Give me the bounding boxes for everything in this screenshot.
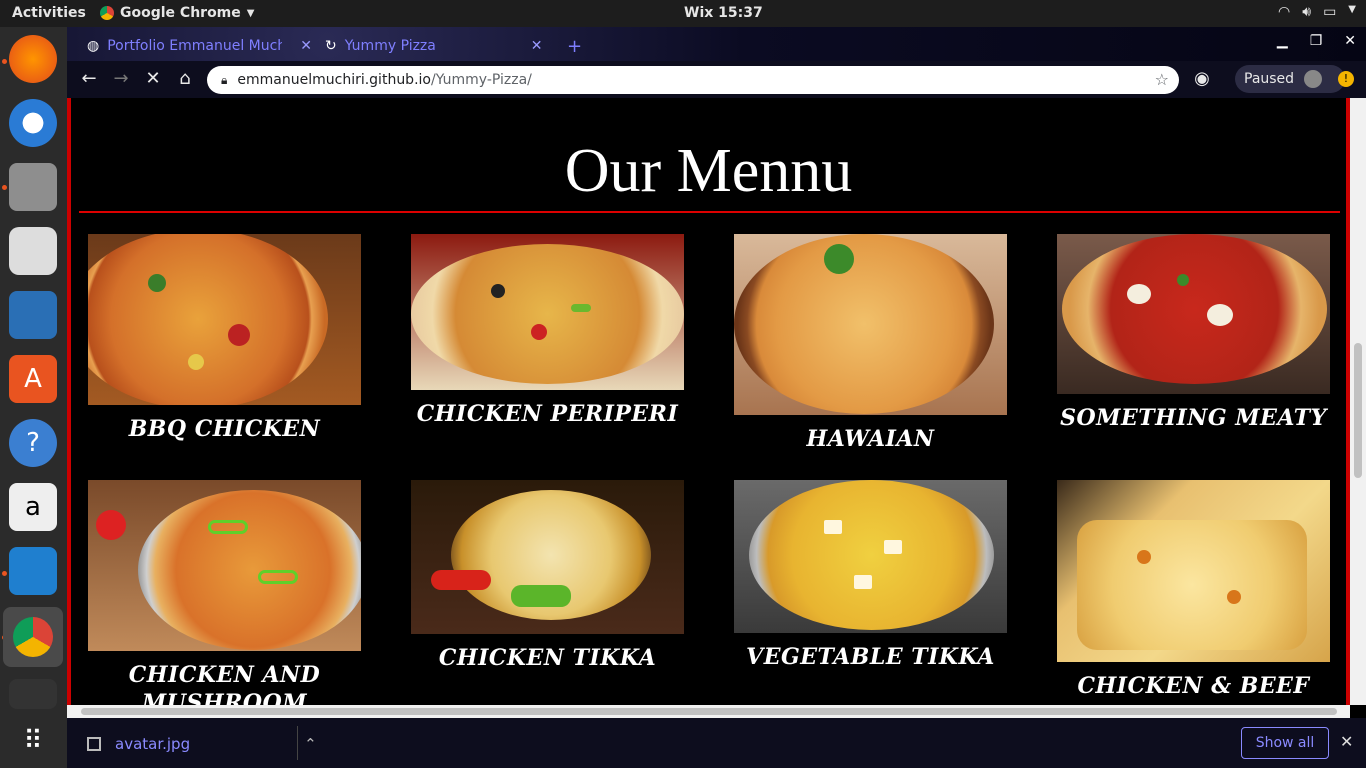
chevron-up-icon[interactable]: ⌃ [304,735,317,753]
web-page: Our Mennu BBQ CHICKEN CHICKEN PERIPERI H… [67,98,1350,705]
pizza-image [734,234,1007,415]
vertical-scrollbar[interactable] [1350,98,1366,705]
close-window-icon[interactable]: ✕ [1344,33,1356,49]
address-bar[interactable]: 🔒︎ emmanuelmuchiri.github.io /Yummy-Pizz… [207,66,1179,94]
pizza-image [734,480,1007,633]
home-icon[interactable]: ⌂ [173,68,197,89]
forward-icon[interactable]: → [109,68,133,89]
menu-item-hawaian[interactable]: HAWAIAN [734,234,1007,453]
chevron-down-icon: ▼ [246,7,255,19]
download-bar: avatar.jpg ⌃ Show all ✕ [67,718,1366,768]
running-indicator [2,185,7,190]
stop-icon[interactable]: ✕ [141,68,165,89]
menu-item-name: BBQ CHICKEN [128,416,321,442]
menu-item-name: CHICKEN & BEEF [1077,673,1310,699]
menu-item-something-meaty[interactable]: SOMETHING MEATY [1057,234,1330,432]
window-controls: ▁ ❐ ✕ [1277,33,1356,49]
download-item[interactable]: avatar.jpg ⌃ [87,735,317,753]
star-icon[interactable]: ☆ [1155,70,1169,89]
download-filename: avatar.jpg [115,735,191,753]
browser-toolbar: ← → ✕ ⌂ 🔒︎ emmanuelmuchiri.github.io /Yu… [67,61,1366,98]
avatar [1304,70,1323,88]
chevron-down-icon: ▼ [1348,4,1356,15]
menu-item-chicken-periperi[interactable]: CHICKEN PERIPERI [411,234,684,428]
close-icon[interactable]: ✕ [300,38,312,54]
software-center-icon[interactable]: A [9,355,57,403]
show-apps-icon[interactable]: ⠿ [9,717,57,765]
menu-item-name: CHICKEN AND MUSHROOM [128,662,321,705]
globe-icon: ◍ [87,38,100,54]
menu-item-bbq-chicken[interactable]: BBQ CHICKEN [88,234,361,443]
divider [297,726,298,760]
back-icon[interactable]: ← [77,68,101,89]
running-indicator [2,571,7,576]
warning-icon[interactable]: ! [1338,71,1354,87]
plus-icon: + [567,35,583,57]
new-tab-button[interactable]: + [567,31,582,61]
pizza-image [1057,234,1330,394]
amazon-icon[interactable]: a [9,483,57,531]
system-tray[interactable]: ◠ 🔊︎ ▭ ▼ [1278,4,1356,20]
app-menu[interactable]: Google Chrome ▼ [100,5,254,21]
wifi-icon: ◠ [1278,4,1291,20]
menu-item-name: SOMETHING MEATY [1060,405,1327,431]
horizontal-scrollbar[interactable] [67,705,1350,718]
system-top-bar: Activities Google Chrome ▼ Wix 15:37 ◠ 🔊… [0,0,1366,27]
menu-item-name: CHICKEN TIKKA [438,645,657,671]
menu-item-chicken-and-mushroom[interactable]: CHICKEN AND MUSHROOM [88,480,361,705]
chrome-dock-icon[interactable] [3,607,63,667]
url-host: emmanuelmuchiri.github.io [237,72,431,88]
thunderbird-icon[interactable] [9,99,57,147]
pizza-image [411,234,684,390]
pizza-image [411,480,684,634]
tab-strip: ◍ Portfolio Emmanuel Much ✕ ↻ Yummy Pizz… [67,27,1366,61]
pizza-image [88,234,361,405]
minimize-icon[interactable]: ▁ [1277,33,1288,49]
page-title: Our Mennu [564,137,853,205]
tab-label: Portfolio Emmanuel Much [107,38,283,54]
lock-icon: 🔒︎ [221,72,228,87]
writer-icon[interactable] [9,291,57,339]
profile-button[interactable]: Paused [1235,65,1345,93]
extension-icon[interactable]: ◉ [1190,68,1214,89]
chrome-icon [13,617,53,657]
running-indicator [2,59,7,64]
close-icon[interactable]: ✕ [531,38,543,54]
chrome-icon [100,6,114,20]
scroll-thumb[interactable] [81,708,1337,715]
firefox-icon[interactable] [9,35,57,83]
rhythmbox-icon[interactable] [9,227,57,275]
clock[interactable]: Wix 15:37 [684,5,763,21]
menu-item-vegetable-tikka[interactable]: VEGETABLE TIKKA [734,480,1007,671]
show-all-button[interactable]: Show all [1241,727,1329,759]
app-name-label: Google Chrome [120,5,241,21]
menu-item-name: VEGETABLE TIKKA [746,644,995,670]
activities-button[interactable]: Activities [12,5,86,21]
url-path: /Yummy-Pizza/ [430,72,532,88]
tab-label: Yummy Pizza [344,38,436,54]
vscode-icon[interactable] [9,547,57,595]
battery-icon: ▭ [1323,4,1337,20]
dock: A ? a ⠿ [0,27,67,768]
maximize-icon[interactable]: ❐ [1310,33,1323,49]
profile-status: Paused [1244,71,1295,87]
loading-icon: ↻ [325,38,337,54]
tab-portfolio[interactable]: ◍ Portfolio Emmanuel Much ✕ [87,31,312,61]
title-divider [79,211,1340,213]
files-icon[interactable] [9,163,57,211]
pizza-image [1057,480,1330,662]
close-icon[interactable]: ✕ [1340,732,1353,751]
volume-icon: 🔊︎ [1302,4,1312,20]
menu-item-chicken-beef[interactable]: CHICKEN & BEEF [1057,480,1330,700]
menu-item-name: HAWAIAN [806,426,935,452]
menu-item-name: CHICKEN PERIPERI [416,401,679,427]
menu-item-chicken-tikka[interactable]: CHICKEN TIKKA [411,480,684,672]
help-icon[interactable]: ? [9,419,57,467]
tab-yummy-pizza[interactable]: ↻ Yummy Pizza ✕ [325,31,542,61]
scroll-thumb[interactable] [1354,343,1362,478]
terminal-icon[interactable] [9,679,57,709]
file-icon [87,737,101,751]
pizza-image [88,480,361,651]
